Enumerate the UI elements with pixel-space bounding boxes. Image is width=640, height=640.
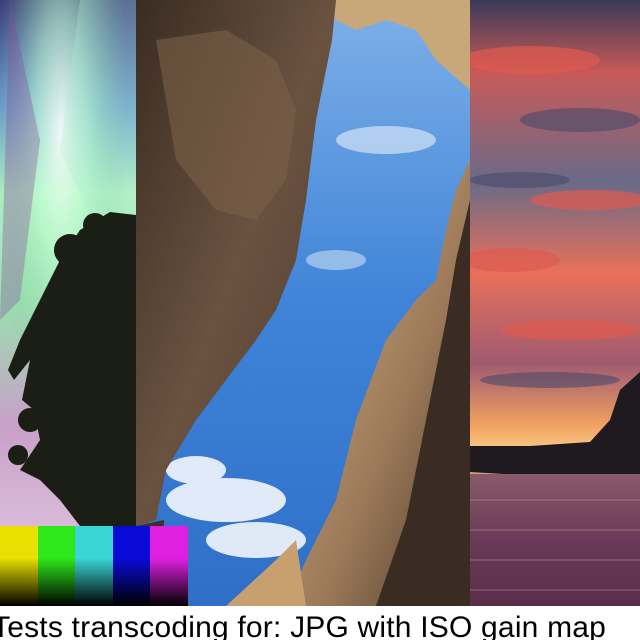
aurora-tree-photo <box>0 0 136 606</box>
canyon-sky-photo <box>136 0 470 606</box>
caption-bar: Tests transcoding for: JPG with ISO gain… <box>0 606 640 640</box>
swatch-green <box>37 526 76 606</box>
caption-text: Tests transcoding for: JPG with ISO gain… <box>0 611 607 640</box>
sunset-sea-photo <box>470 0 640 606</box>
sunset-illustration <box>470 0 640 606</box>
swatch-blue <box>112 526 151 606</box>
aurora-illustration <box>0 0 136 606</box>
swatch-magenta <box>150 526 188 606</box>
swatch-yellow <box>0 526 38 606</box>
canyon-illustration <box>136 0 470 606</box>
photo-collage <box>0 0 640 606</box>
swatch-cyan <box>75 526 113 606</box>
color-swatch-bar <box>0 526 188 606</box>
